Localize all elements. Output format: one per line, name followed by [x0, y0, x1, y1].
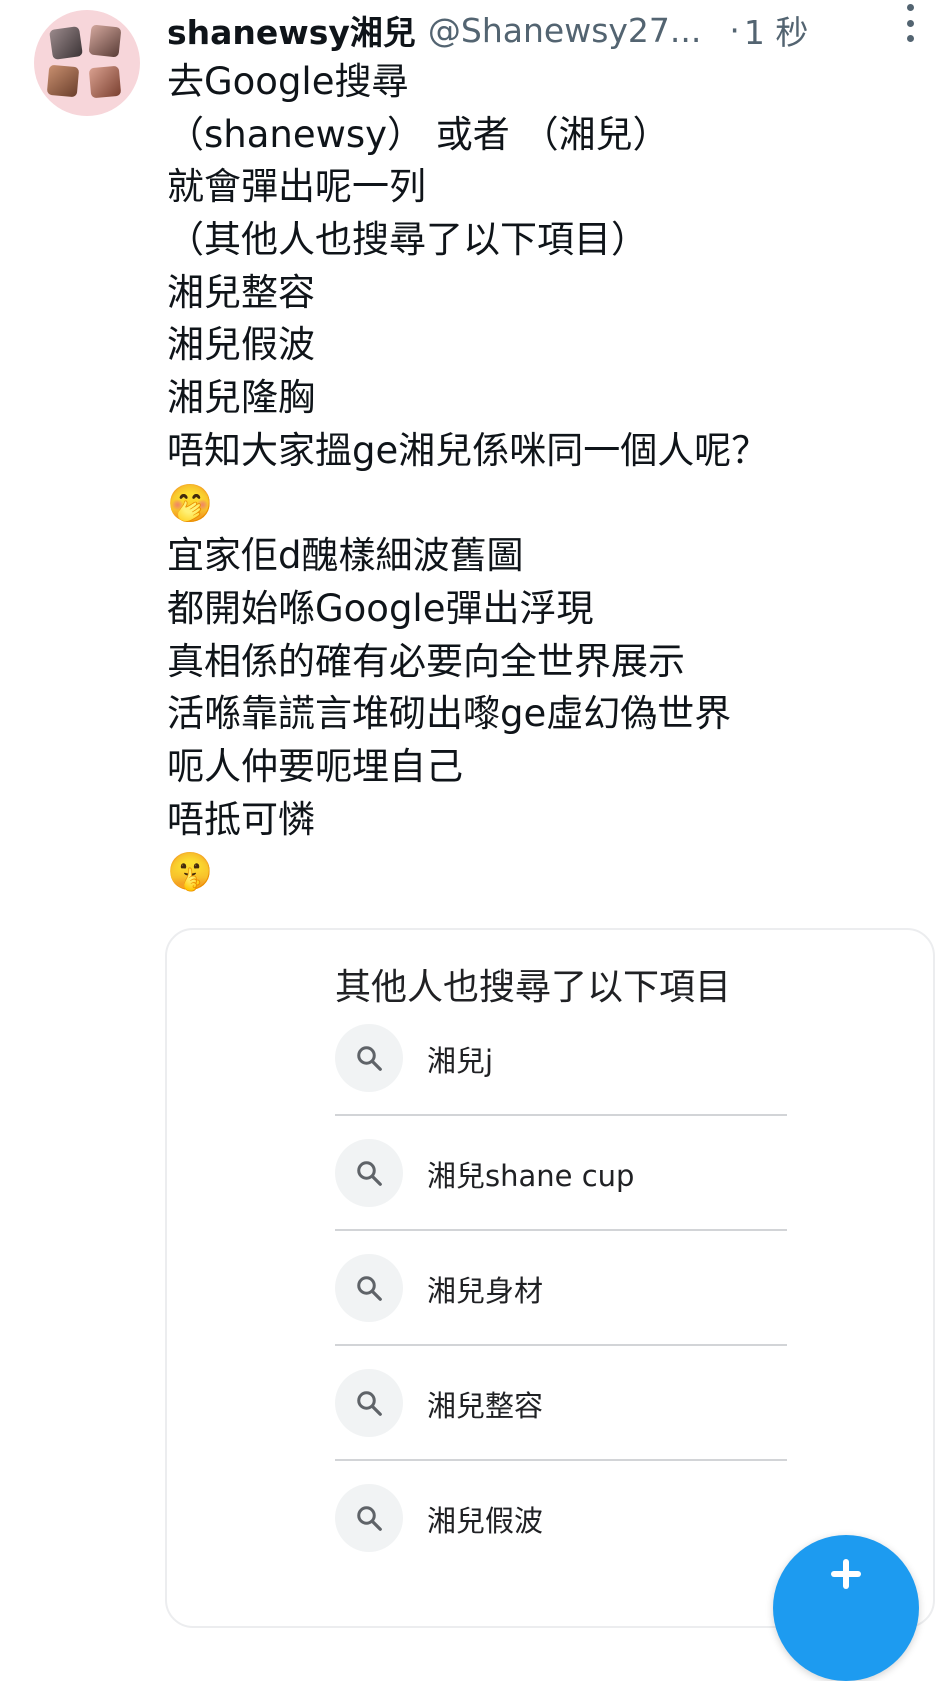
compose-button[interactable] — [773, 1535, 919, 1681]
avatar-photo — [88, 24, 122, 58]
related-search-label: 湘兒j — [427, 1044, 494, 1078]
search-icon — [335, 1484, 403, 1552]
tweet-line: （其他人也搜尋了以下項目） — [167, 218, 648, 262]
divider — [335, 1459, 787, 1461]
attached-image-card[interactable]: 其他人也搜尋了以下項目 湘兒j 湘兒shane cup 湘兒身材 湘兒整容 湘兒… — [165, 928, 935, 1628]
search-icon — [335, 1369, 403, 1437]
related-search-item: 湘兒shane cup — [335, 1133, 787, 1248]
card-title: 其他人也搜尋了以下項目 — [335, 967, 732, 1008]
tweet-line: 宜家佢d醜樣細波舊圖 — [167, 534, 524, 578]
tweet-line: 都開始喺Google彈出浮現 — [167, 586, 594, 630]
related-search-label: 湘兒shane cup — [427, 1159, 635, 1193]
related-search-label: 湘兒假波 — [427, 1504, 544, 1538]
avatar-photo — [88, 65, 122, 99]
avatar-photo — [46, 64, 80, 98]
more-vertical-icon[interactable] — [895, 4, 925, 42]
tweet-line: 呃人仲要呃埋自己 — [167, 744, 463, 788]
tweet-line: 活喺靠謊言堆砌出嚟ge虛幻偽世界 — [167, 692, 732, 736]
emoji-shushing: 🤫 — [167, 850, 214, 894]
tweet-line: （shanewsy） 或者 （湘兒） — [167, 112, 670, 156]
tweet-header: shanewsy湘兒 @Shanewsy27... · 1 秒 — [167, 6, 927, 54]
divider — [335, 1344, 787, 1346]
tweet-line: 湘兒假波 — [167, 323, 315, 367]
avatar-photo — [49, 26, 83, 60]
separator-dot: · — [729, 10, 740, 50]
tweet-text: 去Google搜尋 （shanewsy） 或者 （湘兒） 就會彈出呢一列 （其他… — [167, 56, 907, 899]
related-search-item: 湘兒假波 — [335, 1478, 787, 1593]
tweet-line: 去Google搜尋 — [167, 60, 409, 103]
related-search-label: 湘兒整容 — [427, 1389, 544, 1423]
user-handle[interactable]: @Shanewsy27... — [428, 11, 701, 50]
related-search-item: 湘兒整容 — [335, 1363, 787, 1478]
related-search-label: 湘兒身材 — [427, 1274, 544, 1308]
related-search-item: 湘兒身材 — [335, 1248, 787, 1363]
divider — [335, 1114, 787, 1116]
search-icon — [335, 1254, 403, 1322]
tweet-line: 唔知大家搵ge湘兒係咪同一個人呢？ — [167, 428, 769, 472]
tweet-line: 就會彈出呢一列 — [167, 165, 426, 209]
tweet-line: 湘兒整容 — [167, 270, 315, 314]
tweet-line: 湘兒隆胸 — [167, 376, 315, 420]
avatar[interactable] — [34, 10, 140, 116]
search-icon — [335, 1139, 403, 1207]
search-icon — [335, 1024, 403, 1092]
related-search-item: 湘兒j — [335, 1018, 787, 1133]
display-name[interactable]: shanewsy湘兒 — [167, 6, 416, 54]
tweet-line: 真相係的確有必要向全世界展示 — [167, 639, 685, 683]
divider — [335, 1229, 787, 1231]
plus-icon — [843, 1559, 849, 1589]
timestamp[interactable]: 1 秒 — [744, 6, 809, 54]
emoji-hand-over-mouth: 🤭 — [167, 481, 214, 525]
tweet-line: 唔抵可憐 — [167, 797, 315, 841]
